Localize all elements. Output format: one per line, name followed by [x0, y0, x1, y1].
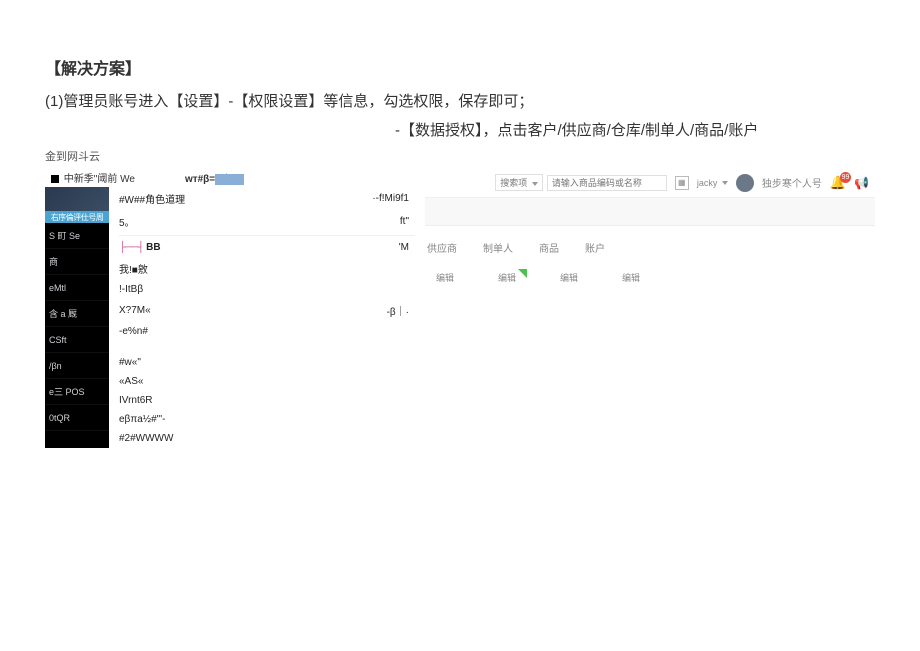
row6-b: -β｜· [387, 303, 409, 318]
sidebar-item-label: CSft [49, 335, 67, 345]
row3-left: ├──┤ BB [119, 242, 161, 253]
edit-cell-1[interactable]: 编辑 [489, 271, 525, 284]
settings-row-12: #2#WWWW [119, 429, 415, 448]
edit-row: 编辑 编辑 编辑 编辑 [425, 261, 875, 294]
sidebar-banner: 右序倫评仕号周 [45, 187, 109, 223]
toolbar-row [425, 198, 875, 226]
edit-label: 编辑 [436, 273, 454, 283]
sidebar-item-5[interactable]: /βn [45, 353, 109, 379]
row2-a: 5。 [119, 214, 135, 229]
user-name[interactable]: jacky [697, 178, 728, 188]
sidebar-item-3[interactable]: 含 a 厩 [45, 301, 109, 327]
account-name: 独步寒个人号 [762, 175, 822, 190]
step-line-1: (1)管理员账号进入【设置】-【权限设置】等信息，勾选权限，保存即可； [45, 91, 875, 114]
notification-bell[interactable]: 🔔 99 [830, 175, 846, 191]
sidebar-item-1[interactable]: 商 [45, 249, 109, 275]
sidebar: 右序倫评仕号周 S 町 Se 商 eMtl 含 a 厩 CSft /βn e三 … [45, 187, 109, 448]
right-screenshot: 搜索项 ▦ jacky 独步寒个人号 🔔 99 📢 [425, 168, 875, 448]
row2-b: ft" [400, 216, 409, 227]
tab-supplier[interactable]: 供应商 [427, 240, 457, 255]
settings-row-9: «AS« [119, 372, 415, 391]
sidebar-item-label: e三 POS [49, 385, 85, 398]
row1-b: ·-f!Mi9f1 [372, 193, 409, 204]
active-corner-icon [518, 269, 527, 278]
chevron-down-icon [532, 182, 538, 186]
step-line-2: -【数据授权】，点击客户/供应商/仓库/制单人/商品/账户 [395, 120, 875, 143]
auth-tabs: 供应商 制单人 商品 账户 [425, 226, 875, 261]
sidebar-item-label: 商 [49, 255, 58, 268]
edit-cell-0[interactable]: 编辑 [427, 271, 463, 284]
sidebar-item-2[interactable]: eMtl [45, 275, 109, 301]
settings-row-8: #w«" [119, 353, 415, 372]
settings-row-5: !-ItBβ [119, 280, 415, 299]
bracket-icon: ├──┤ [119, 242, 143, 253]
tab-account[interactable]: 账户 [585, 240, 605, 255]
row6-a: X?7M« [119, 305, 151, 316]
settings-row-2: 5。 ft" [119, 210, 415, 233]
edit-label: 编辑 [560, 273, 578, 283]
settings-row-7: -e%n# [119, 322, 415, 341]
tab-creator[interactable]: 制单人 [483, 240, 513, 255]
settings-row-1: #W##角色道理 ·-f!Mi9f1 [119, 187, 415, 210]
tab-product[interactable]: 商品 [539, 240, 559, 255]
row1-a: #W##角色道理 [119, 191, 185, 206]
avatar[interactable] [736, 174, 754, 192]
sidebar-item-label: S 町 Se [49, 229, 80, 242]
sidebar-item-label: 含 a 厩 [49, 307, 77, 320]
user-name-label: jacky [697, 178, 718, 188]
settings-row-11: eβπа½#"'- [119, 410, 415, 429]
screenshot-caption: 金到网斗云 [45, 148, 875, 164]
solution-heading: 【解决方案】 [45, 55, 875, 79]
divider [119, 235, 415, 236]
sidebar-item-label: /βn [49, 361, 62, 371]
edit-label: 编辑 [498, 273, 516, 283]
settings-row-3: ├──┤ BB 'M [119, 238, 415, 257]
sidebar-item-label: eMtl [49, 283, 66, 293]
qr-icon[interactable]: ▦ [675, 176, 689, 190]
left-header-text-b: wт#β=a事#+ [185, 170, 244, 185]
edit-cell-3[interactable]: 编辑 [613, 271, 649, 284]
sidebar-item-0[interactable]: S 町 Se [45, 223, 109, 249]
search-select-label: 搜索项 [500, 178, 527, 188]
notif-badge: 99 [840, 172, 851, 183]
settings-row-10: IVrnt6R [119, 391, 415, 410]
square-icon [51, 175, 59, 183]
search-group: 搜索项 [495, 174, 667, 191]
settings-row-4: 我!■敫 [119, 257, 415, 280]
sidebar-item-6[interactable]: e三 POS [45, 379, 109, 405]
edit-label: 编辑 [622, 273, 640, 283]
chevron-down-icon [722, 181, 728, 185]
left-header-text-a: 中新季"阈前 We [51, 170, 135, 185]
settings-panel: #W##角色道理 ·-f!Mi9f1 5。 ft" ├──┤ BB 'M [109, 187, 415, 448]
sidebar-item-7[interactable]: 0tQR [45, 405, 109, 431]
left-header: 中新季"阈前 We wт#β=a事#+ [45, 168, 415, 187]
announcement-icon[interactable]: 📢 [854, 176, 869, 190]
screenshot-container: 中新季"阈前 We wт#β=a事#+ 右序倫评仕号周 S 町 Se 商 eMt… [45, 168, 875, 448]
top-bar: 搜索项 ▦ jacky 独步寒个人号 🔔 99 📢 [425, 168, 875, 198]
search-select[interactable]: 搜索项 [495, 174, 543, 191]
row3-b: 'M [399, 242, 409, 253]
sidebar-banner-label: 右序倫评仕号周 [45, 211, 109, 223]
row3-a: BB [146, 242, 160, 253]
settings-row-6: X?7M« -β｜· [119, 299, 415, 322]
sidebar-item-label: 0tQR [49, 413, 70, 423]
left-screenshot: 中新季"阈前 We wт#β=a事#+ 右序倫评仕号周 S 町 Se 商 eMt… [45, 168, 415, 448]
edit-cell-2[interactable]: 编辑 [551, 271, 587, 284]
left-header-b-colored: a事#+ [215, 174, 244, 185]
search-input[interactable] [547, 175, 667, 191]
left-header-b-prefix: wт#β= [185, 174, 215, 185]
sidebar-item-4[interactable]: CSft [45, 327, 109, 353]
left-header-a-label: 中新季"阈前 We [64, 174, 135, 185]
